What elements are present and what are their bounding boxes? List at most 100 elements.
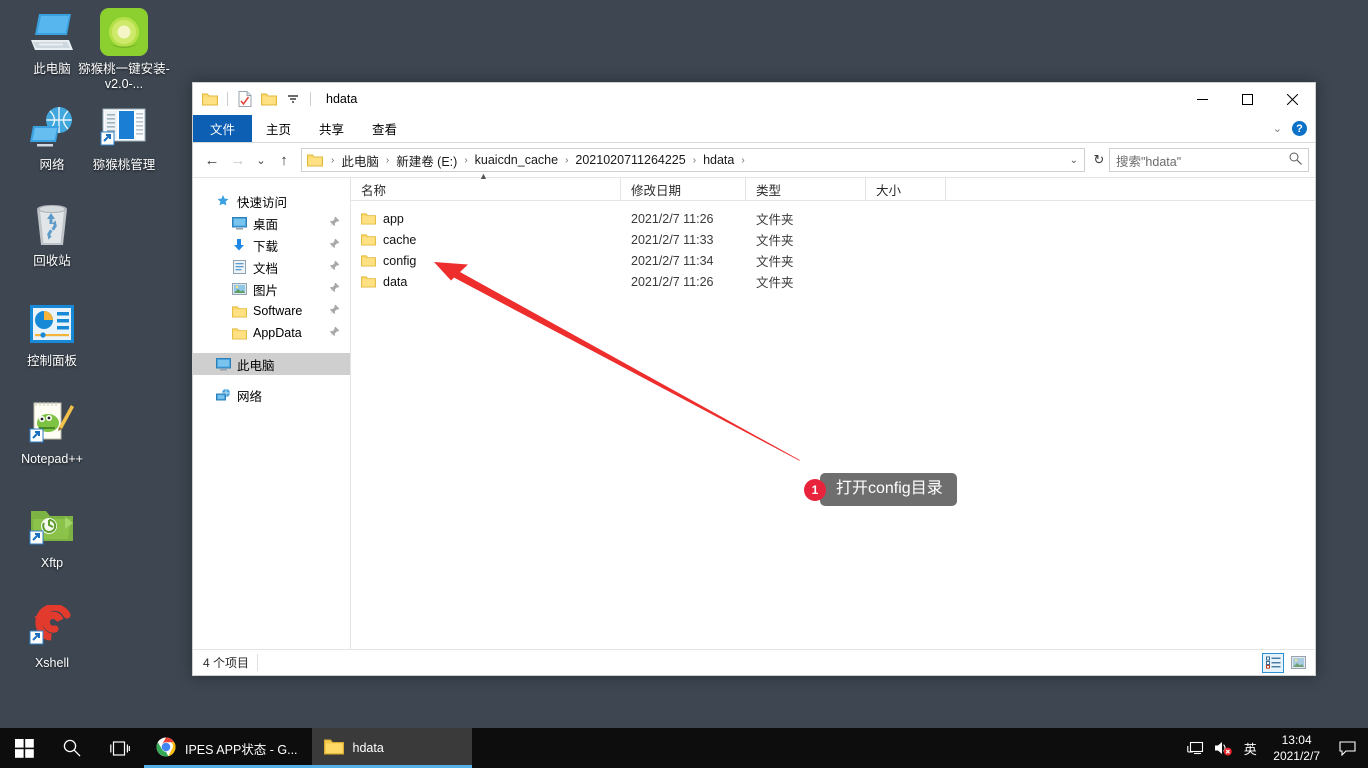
pin-icon[interactable] [329, 260, 340, 274]
customize-dropdown-icon[interactable] [283, 89, 303, 109]
maximize-button[interactable] [1225, 83, 1270, 115]
pin-icon[interactable] [329, 326, 340, 340]
pin-icon[interactable] [329, 238, 340, 252]
sidebar-item-downloads[interactable]: 下载 [193, 234, 350, 256]
refresh-button[interactable]: ↻ [1089, 147, 1109, 173]
pin-icon[interactable] [329, 282, 340, 296]
taskbar-item-chrome[interactable]: IPES APP状态 - G... [144, 728, 312, 768]
breadcrumb-segment-this-pc[interactable]: 此电脑 [341, 151, 379, 170]
sidebar-group-label: 快速访问 [237, 195, 288, 210]
tab-home[interactable]: 主页 [252, 115, 305, 142]
column-header-label: 类型 [756, 183, 782, 198]
sidebar-item-this-pc[interactable]: 此电脑 [193, 353, 350, 375]
details-view-button[interactable] [1262, 652, 1284, 673]
search-icon[interactable] [48, 728, 96, 768]
sidebar-item-appdata[interactable]: AppData [193, 322, 350, 344]
taskbar-item-hdata[interactable]: hdata [311, 728, 472, 768]
breadcrumb-segment-timestamp[interactable]: 2021020711264225 [575, 153, 685, 167]
pin-icon[interactable] [329, 216, 340, 230]
clock[interactable]: 13:04 2021/2/7 [1263, 728, 1330, 768]
breadcrumb-separator-end[interactable]: › [734, 155, 751, 166]
breadcrumb-segment-kuaicdn-cache[interactable]: kuaicdn_cache [475, 153, 558, 167]
minimize-button[interactable] [1180, 83, 1225, 115]
help-button[interactable]: ? [1292, 121, 1307, 136]
table-row[interactable]: data 2021/2/7 11:26 文件夹 [351, 271, 1315, 292]
column-header-label: 大小 [876, 183, 902, 198]
tab-view[interactable]: 查看 [358, 115, 411, 142]
sidebar-item-software[interactable]: Software [193, 300, 350, 322]
file-type: 文件夹 [756, 276, 794, 290]
breadcrumb-folder-icon [307, 153, 323, 167]
sidebar-item-label: 网络 [237, 389, 263, 404]
tab-share[interactable]: 共享 [305, 115, 358, 142]
desktop-icon-label: Xshell [34, 656, 70, 670]
desktop-icon-control-panel[interactable]: 控制面板 [4, 300, 100, 369]
breadcrumb-separator: › [692, 154, 697, 166]
desktop-icon-label: 控制面板 [26, 354, 77, 368]
column-header-size[interactable]: 大小 [866, 177, 946, 201]
breadcrumb-segment-volume[interactable]: 新建卷 (E:) [396, 151, 457, 170]
monitor-icon[interactable] [1181, 728, 1209, 768]
table-row[interactable]: cache 2021/2/7 11:33 文件夹 [351, 229, 1315, 250]
folder-icon [361, 233, 376, 246]
file-modified: 2021/2/7 11:33 [631, 232, 714, 247]
search-input[interactable]: 搜索"hdata" [1109, 148, 1309, 172]
sidebar-group-quick-access[interactable]: 快速访问 [193, 190, 350, 212]
breadcrumb-dropdown-icon[interactable]: ⌄ [1070, 155, 1078, 166]
sidebar-item-desktop[interactable]: 桌面 [193, 212, 350, 234]
desktop-icon-xftp[interactable]: Xftp [4, 502, 100, 571]
desktop-icon-notepad-plus-plus[interactable]: Notepad++ [4, 398, 100, 467]
tab-file[interactable]: 文件 [193, 115, 253, 142]
quick-access-toolbar [200, 89, 314, 109]
file-list-pane: 名称 ▲ 修改日期 类型 大小 app 2021/2/7 11:26 文件夹 c… [351, 171, 1315, 649]
window-body: 快速访问 桌面 下载 文档 图片 Software AppData 此电脑 网络… [193, 171, 1315, 649]
this-pc-icon [28, 8, 76, 56]
recent-locations-button[interactable]: ⌄ [251, 147, 271, 173]
sort-ascending-icon: ▲ [479, 170, 488, 181]
system-tray: 英 13:04 2021/2/7 [1181, 728, 1368, 768]
column-header-type[interactable]: 类型 [746, 177, 866, 201]
breadcrumb-separator: › [565, 154, 569, 166]
pin-icon[interactable] [329, 304, 340, 318]
breadcrumb[interactable]: › 此电脑 › 新建卷 (E:) › kuaicdn_cache › 20210… [301, 148, 1085, 172]
desktop-icon-label: 猕猴桃一键安装-v2.0-... [78, 62, 170, 91]
sidebar-item-documents[interactable]: 文档 [193, 256, 350, 278]
start-button[interactable] [0, 728, 48, 768]
notification-icon[interactable] [1330, 728, 1364, 768]
up-button[interactable]: ↑ [271, 147, 297, 173]
breadcrumb-segment-hdata[interactable]: hdata [703, 153, 734, 167]
task-view-icon[interactable] [96, 728, 144, 768]
desktop-icon-kiwi-manager[interactable]: 猕猴桃管理 [76, 104, 172, 173]
back-button[interactable]: ← [199, 147, 225, 173]
sidebar-item-network[interactable]: 网络 [193, 384, 350, 406]
search-icon[interactable] [1289, 152, 1302, 168]
file-modified: 2021/2/7 11:26 [631, 274, 714, 289]
properties-icon[interactable] [235, 89, 255, 109]
recycle-bin-icon [28, 200, 76, 248]
volume-muted-icon[interactable] [1209, 728, 1237, 768]
ime-indicator[interactable]: 英 [1237, 728, 1263, 768]
desktop-icon-label: 猕猴桃管理 [92, 158, 156, 172]
column-header-label: 修改日期 [631, 183, 682, 198]
column-headers: 名称 ▲ 修改日期 类型 大小 [351, 171, 1315, 201]
forward-button[interactable]: → [225, 147, 251, 173]
new-folder-icon[interactable] [259, 89, 279, 109]
desktop-icon-recycle-bin[interactable]: 回收站 [4, 200, 100, 269]
sidebar-item-label: AppData [253, 326, 302, 340]
close-button[interactable] [1270, 83, 1315, 115]
kiwi-manager-icon [100, 104, 148, 152]
table-row[interactable]: config 2021/2/7 11:34 文件夹 [351, 250, 1315, 271]
desktop-icon-kiwi-installer[interactable]: 猕猴桃一键安装-v2.0-... [76, 8, 172, 92]
chevron-down-icon[interactable]: ⌄ [1273, 122, 1282, 135]
column-header-name[interactable]: 名称 ▲ [351, 171, 621, 201]
large-icons-view-button[interactable] [1287, 653, 1309, 673]
folder-icon[interactable] [200, 89, 220, 109]
sidebar-item-pictures[interactable]: 图片 [193, 278, 350, 300]
table-row[interactable]: app 2021/2/7 11:26 文件夹 [351, 208, 1315, 229]
file-modified: 2021/2/7 11:26 [631, 211, 714, 226]
kiwi-installer-icon [100, 8, 148, 56]
navigation-pane: 快速访问 桌面 下载 文档 图片 Software AppData 此电脑 网络 [193, 178, 351, 649]
file-name: cache [383, 232, 417, 247]
column-header-modified[interactable]: 修改日期 [621, 177, 746, 201]
desktop-icon-xshell[interactable]: Xshell [4, 602, 100, 671]
